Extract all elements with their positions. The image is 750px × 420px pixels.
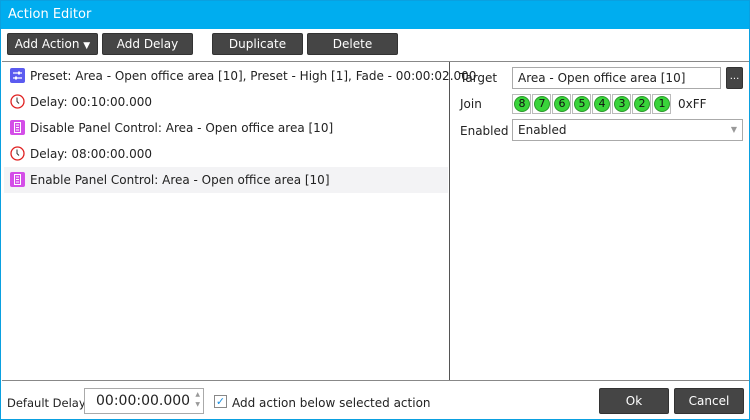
- add-action-button[interactable]: Add Action ▼: [7, 33, 98, 55]
- join-bit-label: 3: [614, 96, 630, 112]
- list-item[interactable]: Preset: Area - Open office area [10], Pr…: [4, 63, 476, 89]
- join-bit-2[interactable]: 2: [632, 94, 651, 114]
- list-item-selected[interactable]: Enable Panel Control: Area - Open office…: [4, 167, 448, 193]
- delete-button[interactable]: Delete: [307, 33, 398, 55]
- list-item[interactable]: Disable Panel Control: Area - Open offic…: [4, 115, 448, 141]
- action-label: Enable Panel Control: Area - Open office…: [30, 173, 330, 187]
- join-bit-label: 2: [634, 96, 650, 112]
- clock-icon: [10, 94, 25, 109]
- enabled-select[interactable]: Enabled ▼: [512, 119, 743, 141]
- enabled-label: Enabled: [460, 124, 509, 138]
- panel-icon: [10, 172, 25, 187]
- add-below-label: Add action below selected action: [232, 396, 431, 410]
- join-bit-label: 8: [514, 96, 530, 112]
- join-bit-label: 4: [594, 96, 610, 112]
- join-bit-3[interactable]: 3: [612, 94, 631, 114]
- window-title: Action Editor: [1, 1, 749, 29]
- join-bit-8[interactable]: 8: [512, 94, 531, 114]
- add-below-checkbox[interactable]: ✓: [214, 395, 227, 408]
- join-bit-label: 1: [654, 96, 670, 112]
- clock-icon: [10, 146, 25, 161]
- join-bit-label: 5: [574, 96, 590, 112]
- join-bit-label: 6: [554, 96, 570, 112]
- join-bit-7[interactable]: 7: [532, 94, 551, 114]
- join-hex-value: 0xFF: [678, 97, 707, 111]
- preset-sliders-icon: [10, 68, 25, 83]
- action-label: Preset: Area - Open office area [10], Pr…: [30, 69, 477, 83]
- default-delay-spinner[interactable]: 00:00:00.000 ▲ ▼: [84, 388, 204, 414]
- join-label: Join: [460, 97, 482, 111]
- caret-down-icon: ▼: [83, 41, 91, 51]
- join-bit-5[interactable]: 5: [572, 94, 591, 114]
- join-bit-1[interactable]: 1: [652, 94, 671, 114]
- default-delay-value: 00:00:00.000: [96, 393, 191, 409]
- cancel-button[interactable]: Cancel: [674, 388, 744, 414]
- join-bit-4[interactable]: 4: [592, 94, 611, 114]
- chevron-down-icon: ▼: [730, 125, 737, 134]
- panel-icon: [10, 120, 25, 135]
- list-item[interactable]: Delay: 08:00:00.000: [4, 141, 448, 167]
- join-bit-6[interactable]: 6: [552, 94, 571, 114]
- add-delay-button[interactable]: Add Delay: [102, 33, 193, 55]
- action-editor-window: Action Editor Add Action ▼ Add Delay Dup…: [0, 0, 750, 420]
- action-label: Disable Panel Control: Area - Open offic…: [30, 121, 334, 135]
- browse-target-button[interactable]: ...: [726, 67, 743, 89]
- ok-button[interactable]: Ok: [599, 388, 669, 414]
- action-label: Delay: 08:00:00.000: [30, 147, 153, 161]
- action-list[interactable]: Preset: Area - Open office area [10], Pr…: [2, 62, 476, 380]
- action-label: Delay: 00:10:00.000: [30, 95, 153, 109]
- spin-arrows-icon[interactable]: ▲ ▼: [195, 390, 200, 410]
- target-field[interactable]: Area - Open office area [10]: [512, 67, 721, 89]
- list-item[interactable]: Delay: 00:10:00.000: [4, 89, 448, 115]
- target-label: Target: [460, 71, 498, 85]
- add-action-label: Add Action: [14, 37, 80, 51]
- duplicate-button[interactable]: Duplicate: [212, 33, 303, 55]
- enabled-select-value: Enabled: [518, 123, 567, 137]
- join-bit-label: 7: [534, 96, 550, 112]
- default-delay-label: Default Delay: [7, 396, 86, 410]
